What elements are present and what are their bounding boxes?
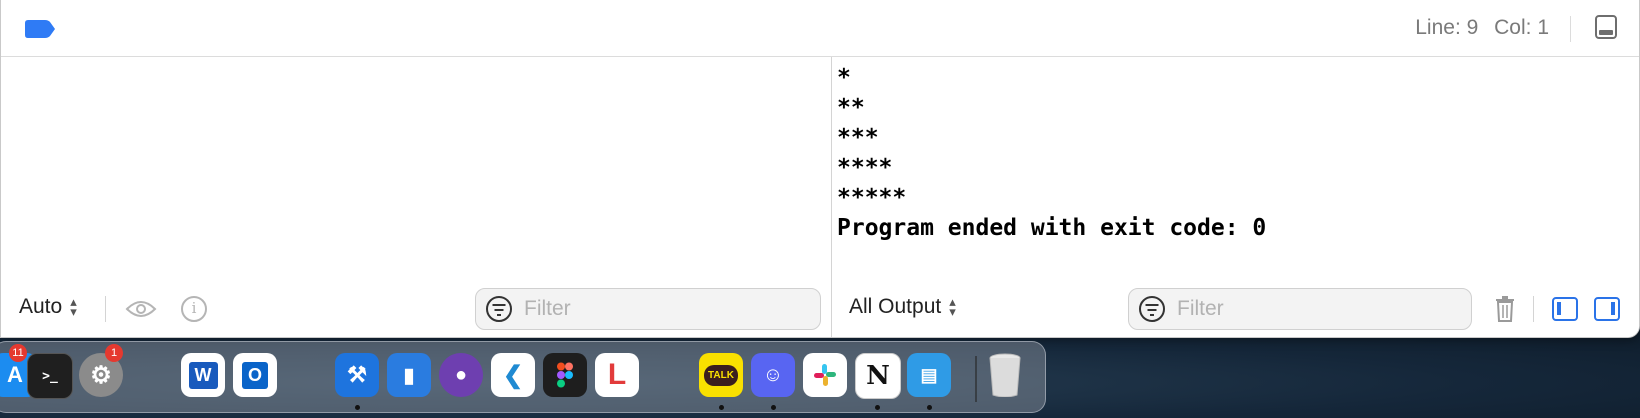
xcode-debug-area: Line: 9 Col: 1 Auto ▴ ▾ i Filter * ** **… <box>0 0 1640 338</box>
console-view: * ** *** **** ***** Program ended with e… <box>832 57 1639 337</box>
dock-separator <box>975 356 977 402</box>
notification-badge: 1 <box>105 344 123 362</box>
kakaotalk-icon[interactable]: TALK <box>699 353 743 397</box>
variables-bottom-bar: Auto ▴ ▾ i <box>1 281 831 337</box>
divider <box>105 296 106 322</box>
console-filter-field[interactable] <box>1128 288 1472 330</box>
show-console-view-icon[interactable] <box>1594 297 1620 321</box>
trash-icon[interactable] <box>1495 296 1515 322</box>
dock: A 11 >_ ⚙ 1 W O ⚒ ▮ ● ❮ L TALK ☺ N ▤ <box>0 341 1046 413</box>
chevron-updown-icon: ▴ ▾ <box>70 294 77 319</box>
xcode-beta-icon[interactable]: ⚒ <box>335 353 379 397</box>
dictionary-app-icon[interactable]: ▤ <box>907 353 951 397</box>
filter-icon <box>1139 296 1165 322</box>
outlook-icon[interactable]: O <box>233 353 277 397</box>
discord-icon[interactable]: ☺ <box>751 353 795 397</box>
running-indicator <box>927 405 932 410</box>
show-variables-view-icon[interactable] <box>1552 297 1578 321</box>
tag-icon[interactable] <box>25 20 55 38</box>
scope-popup-button[interactable]: Auto ▴ ▾ <box>19 295 77 319</box>
slack-icon[interactable] <box>803 353 847 397</box>
debug-toolbar: Line: 9 Col: 1 <box>1 0 1639 57</box>
console-bottom-bar: All Output ▴ ▾ <box>832 281 1639 337</box>
running-indicator <box>771 405 776 410</box>
variables-view: Auto ▴ ▾ i <box>1 57 831 337</box>
chevron-updown-icon: ▴ ▾ <box>949 294 956 319</box>
divider <box>1570 16 1571 42</box>
output-label: All Output <box>849 295 942 318</box>
cursor-position: Line: 9 Col: 1 <box>1405 16 1549 40</box>
filter-icon <box>486 296 512 322</box>
vscode-icon[interactable]: ❮ <box>491 353 535 397</box>
trash-icon[interactable] <box>983 353 1027 397</box>
running-indicator <box>875 405 880 410</box>
info-icon[interactable]: i <box>181 296 207 322</box>
word-icon[interactable]: W <box>181 353 225 397</box>
lasso-app-icon[interactable]: L <box>595 353 639 397</box>
running-indicator <box>719 405 724 410</box>
output-popup-button[interactable]: All Output ▴ ▾ <box>849 295 956 319</box>
column-indicator: Col: 1 <box>1494 16 1549 39</box>
figma-icon[interactable] <box>543 353 587 397</box>
variables-filter-field[interactable] <box>475 288 821 330</box>
hide-debug-area-icon[interactable] <box>1595 15 1617 39</box>
notification-badge: 11 <box>9 344 27 362</box>
notion-icon[interactable]: N <box>855 353 901 399</box>
console-filter-input[interactable] <box>1175 296 1429 322</box>
variables-filter-input[interactable] <box>522 296 776 322</box>
simulator-icon[interactable]: ▮ <box>387 353 431 397</box>
line-indicator: Line: 9 <box>1415 16 1479 39</box>
github-desktop-icon[interactable]: ● <box>439 353 483 397</box>
console-output: * ** *** **** ***** Program ended with e… <box>837 65 1267 241</box>
running-indicator <box>355 405 360 410</box>
divider <box>1533 296 1534 322</box>
eye-icon[interactable] <box>125 299 157 319</box>
scope-label: Auto <box>19 295 63 318</box>
terminal-icon[interactable]: >_ <box>27 353 73 399</box>
